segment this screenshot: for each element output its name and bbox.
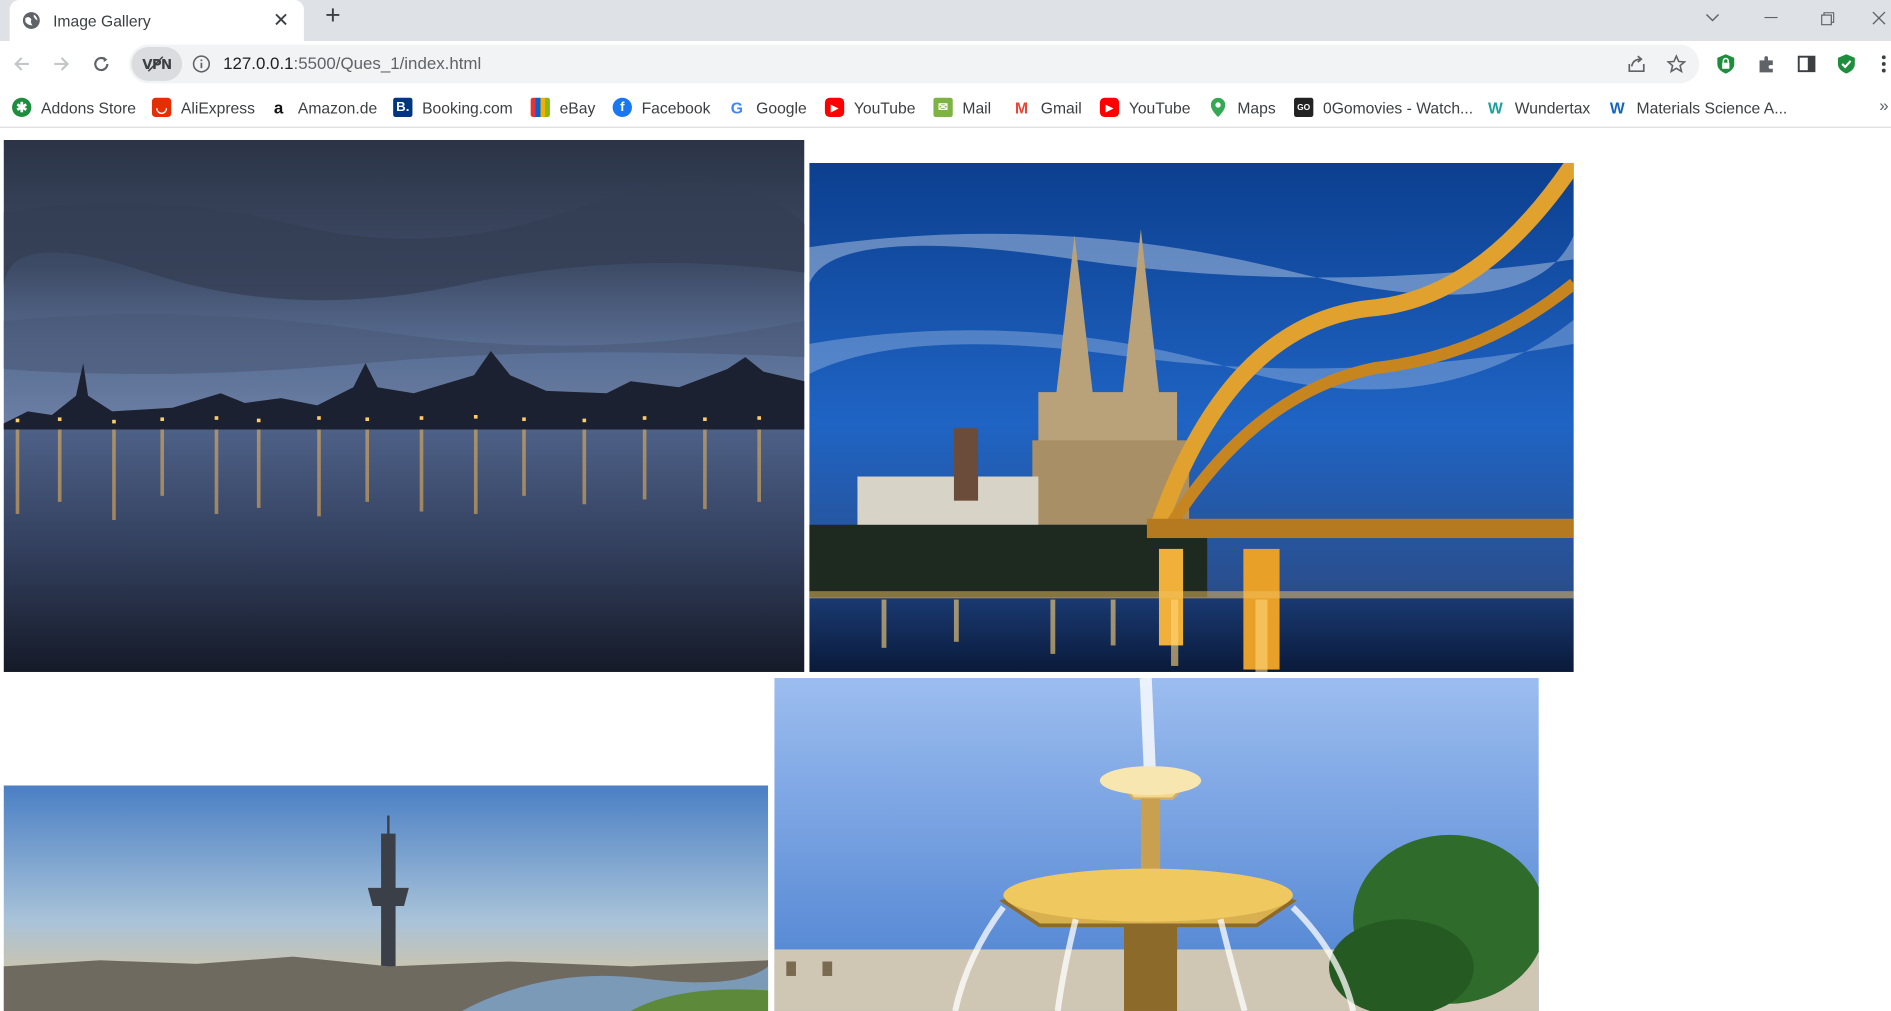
facebook-icon: f — [612, 97, 632, 118]
mail-icon: ✉ — [933, 97, 953, 118]
kebab-menu-icon[interactable] — [1872, 52, 1891, 76]
bookmark-youtube-2[interactable]: ▶ YouTube — [1099, 95, 1191, 119]
cologne-cathedral-bridge-image[interactable] — [809, 162, 1574, 672]
url-text[interactable]: 127.0.0.1:5500/Ques_1/index.html — [223, 53, 481, 72]
aliexpress-icon: ◡ — [151, 97, 172, 118]
bookmark-booking[interactable]: B. Booking.com — [393, 95, 513, 119]
star-icon[interactable] — [1664, 52, 1688, 76]
addons-store-icon: ✱ — [12, 97, 32, 118]
globe-icon — [22, 11, 41, 30]
browser-window: Image Gallery ✕ + VPN 127.0.0.1:5500/Que… — [0, 0, 1891, 1011]
extensions-puzzle-icon[interactable] — [1755, 52, 1779, 76]
bookmark-label: Mail — [962, 98, 992, 117]
bookmark-youtube[interactable]: ▶ YouTube — [824, 95, 916, 119]
side-panel-icon[interactable] — [1795, 52, 1819, 76]
new-tab-icon[interactable]: + — [318, 2, 347, 31]
bookmark-label: Facebook — [641, 98, 711, 117]
close-window-icon[interactable] — [1857, 0, 1891, 36]
google-icon: G — [727, 97, 747, 118]
close-tab-icon[interactable]: ✕ — [270, 8, 292, 32]
bookmark-ebay[interactable]: eBay — [530, 95, 596, 119]
bookmark-gmail[interactable]: M Gmail — [1011, 95, 1082, 119]
youtube-icon: ▶ — [824, 97, 845, 118]
dusseldorf-rhine-tower-image[interactable] — [3, 785, 769, 1011]
url-path: :5500/Ques_1/index.html — [293, 53, 482, 73]
bookmark-wundertax[interactable]: W Wundertax — [1485, 95, 1591, 119]
back-arrow-icon[interactable] — [5, 47, 39, 81]
tab-image-gallery[interactable]: Image Gallery ✕ — [9, 0, 304, 42]
rostock-harbour-night-image[interactable] — [3, 139, 805, 672]
bookmarks-bar: ✱ Addons Store ◡ AliExpress a Amazon.de … — [0, 86, 1891, 128]
bookmark-label: Google — [756, 98, 807, 117]
bookmark-label: eBay — [559, 98, 596, 117]
shield-check-extension-icon[interactable] — [1834, 52, 1858, 76]
forward-arrow-icon[interactable] — [45, 47, 79, 81]
gomovies-icon: GO — [1294, 97, 1314, 118]
bookmark-addons-store[interactable]: ✱ Addons Store — [12, 95, 136, 119]
share-icon[interactable] — [1624, 52, 1648, 76]
chevron-down-icon[interactable] — [1691, 0, 1734, 36]
toolbar: VPN 127.0.0.1:5500/Ques_1/index.html — [0, 41, 1891, 87]
bookmark-label: Gmail — [1040, 98, 1082, 117]
bookmark-materials-science[interactable]: W Materials Science A... — [1607, 95, 1788, 119]
restore-icon[interactable] — [1805, 0, 1848, 36]
bookmarks-overflow-icon[interactable]: » — [1879, 95, 1888, 114]
bookmark-facebook[interactable]: f Facebook — [612, 95, 711, 119]
reload-icon[interactable] — [84, 47, 118, 81]
bookmark-aliexpress[interactable]: ◡ AliExpress — [151, 95, 255, 119]
materials-science-icon: W — [1607, 97, 1627, 118]
stuttgart-fountain-image[interactable] — [774, 677, 1539, 1011]
browser-frame: Image Gallery ✕ + VPN 127.0.0.1:5500/Que… — [0, 0, 1891, 1011]
bookmark-label: Amazon.de — [297, 98, 378, 117]
minimize-icon[interactable] — [1749, 0, 1792, 36]
bookmark-label: 0Gomovies - Watch... — [1322, 98, 1474, 117]
maps-icon — [1208, 97, 1228, 118]
tab-title: Image Gallery — [53, 11, 151, 30]
bookmark-label: Maps — [1237, 98, 1276, 117]
bookmark-google[interactable]: G Google — [727, 95, 807, 119]
gmail-icon: M — [1011, 97, 1032, 118]
tab-strip: Image Gallery ✕ + — [0, 0, 1891, 42]
bookmark-gomovies[interactable]: GO 0Gomovies - Watch... — [1294, 95, 1473, 119]
gallery-page — [0, 129, 1891, 1011]
bookmark-label: Booking.com — [422, 98, 513, 117]
shield-lock-extension-icon[interactable] — [1714, 52, 1738, 76]
amazon-icon: a — [268, 97, 289, 118]
address-bar[interactable]: VPN 127.0.0.1:5500/Ques_1/index.html — [129, 44, 1700, 84]
bookmark-label: YouTube — [853, 98, 916, 117]
youtube-icon: ▶ — [1099, 97, 1120, 118]
booking-icon: B. — [393, 97, 413, 118]
svg-text:VPN: VPN — [142, 58, 171, 73]
bookmark-mail[interactable]: ✉ Mail — [933, 95, 991, 119]
bookmark-label: YouTube — [1128, 98, 1191, 117]
vpn-button[interactable]: VPN — [131, 47, 183, 81]
url-host: 127.0.0.1 — [223, 53, 294, 73]
bookmark-label: Addons Store — [41, 98, 137, 117]
bookmark-label: Wundertax — [1514, 98, 1591, 117]
ebay-icon — [530, 97, 550, 118]
bookmark-maps[interactable]: Maps — [1208, 95, 1276, 119]
bookmark-amazon[interactable]: a Amazon.de — [268, 95, 378, 119]
site-info-icon[interactable] — [192, 54, 211, 73]
bookmark-label: AliExpress — [180, 98, 255, 117]
bookmark-label: Materials Science A... — [1636, 98, 1788, 117]
wundertax-icon: W — [1485, 97, 1506, 118]
